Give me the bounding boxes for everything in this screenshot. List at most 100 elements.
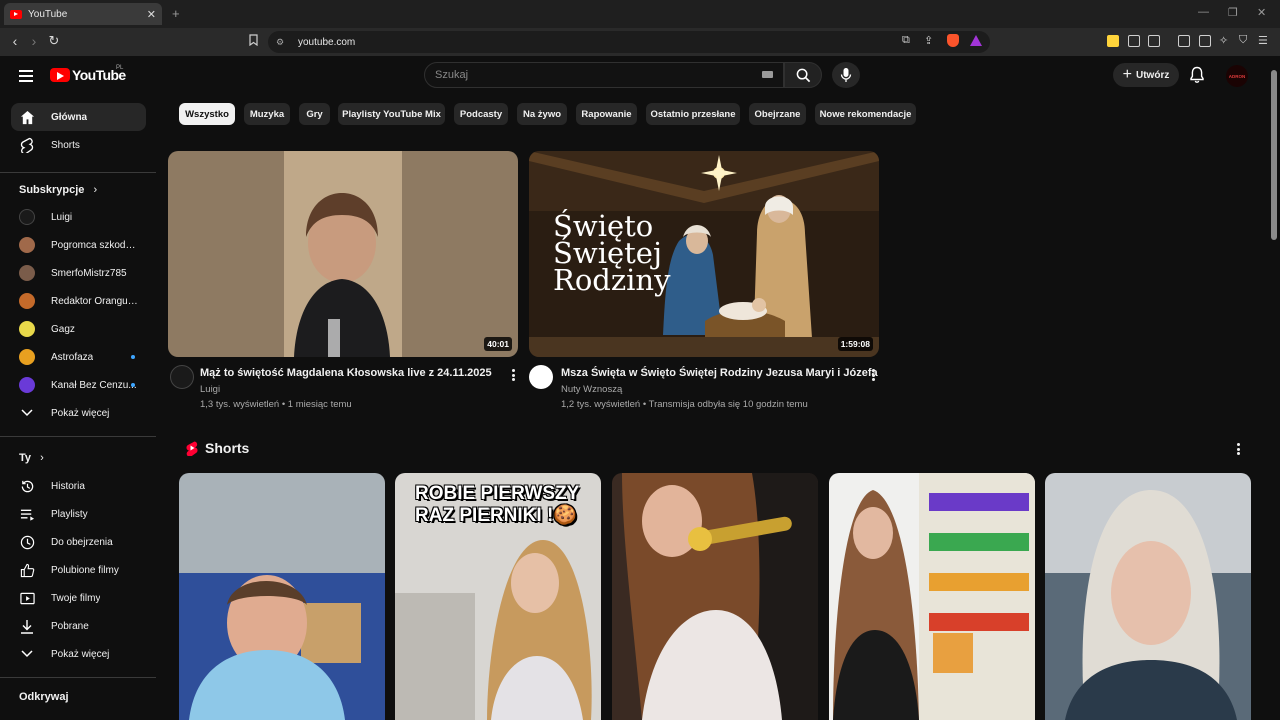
open-in-app-icon[interactable]: ⧉ (902, 34, 910, 47)
browser-tab-bar: YouTube ✕ + — ❐ ✕ (0, 0, 1280, 28)
minimize-icon[interactable]: — (1198, 6, 1209, 18)
explore-title: Odkrywaj (19, 691, 69, 703)
search-button[interactable] (784, 62, 822, 88)
sidebar-item-label: Playlisty (51, 508, 88, 520)
sidebar-item-liked-videos[interactable]: Polubione filmy (11, 556, 146, 584)
tab-title: YouTube (28, 8, 68, 20)
notifications-bell-icon[interactable] (1189, 66, 1205, 89)
subscriptions-heading[interactable]: Subskrypcje › (19, 184, 97, 196)
channel-avatar[interactable] (170, 365, 194, 389)
sidebar-channel-gagz[interactable]: Gagz (11, 315, 146, 343)
short-thumbnail[interactable] (829, 473, 1035, 720)
subscriptions-show-more[interactable]: Pokaż więcej (11, 399, 146, 427)
chip-all[interactable]: Wszystko (179, 103, 235, 125)
sidebar-item-home[interactable]: Główna (11, 103, 146, 131)
extensions-puzzle-icon[interactable] (1128, 35, 1140, 47)
brave-shields-icon[interactable] (947, 34, 959, 47)
sidebar-item-label: Luigi (51, 211, 73, 223)
search-input[interactable] (435, 69, 755, 81)
sidebar-divider (0, 172, 156, 173)
video-channel-name[interactable]: Nuty Wznoszą (561, 384, 622, 395)
sidebar-channel-luigi[interactable]: Luigi (11, 203, 146, 231)
guide-menu-icon[interactable] (19, 70, 33, 85)
sidebar-channel-pogromca[interactable]: Pogromca szkodni... (11, 231, 146, 259)
shorts-title: Shorts (205, 440, 250, 456)
chip-mixes[interactable]: Playlisty YouTube Mix (338, 103, 445, 125)
thumbs-up-icon (19, 562, 35, 578)
sidebar-item-watch-later[interactable]: Do obejrzenia (11, 528, 146, 556)
short-thumbnail[interactable]: ROBIE PIERWSZY RAZ PIERNIKI !🍪 (395, 473, 601, 720)
playlist-icon (19, 506, 35, 522)
short-thumbnail[interactable] (612, 473, 818, 720)
tab-close-icon[interactable]: ✕ (147, 8, 156, 21)
shorts-more-actions-icon[interactable] (1234, 441, 1242, 457)
vpn-shield-icon[interactable]: ⛉ (1239, 34, 1247, 47)
search-icon (796, 68, 811, 83)
voice-search-button[interactable] (832, 62, 860, 88)
sidebar-item-history[interactable]: Historia (11, 472, 146, 500)
share-icon[interactable]: ⇪ (924, 34, 933, 47)
shorts-icon (19, 137, 35, 153)
video-thumbnail[interactable]: 40:01 (168, 151, 518, 357)
sidebar-item-your-videos[interactable]: Twoje filmy (11, 584, 146, 612)
chip-watched[interactable]: Obejrzane (749, 103, 806, 125)
browser-tab[interactable]: YouTube ✕ (4, 3, 162, 25)
chip-games[interactable]: Gry (299, 103, 330, 125)
chip-new-to-you[interactable]: Nowe rekomendacje (815, 103, 916, 125)
menu-icon[interactable]: ☰ (1258, 34, 1268, 47)
wallet-icon[interactable] (1199, 35, 1211, 47)
keyboard-icon[interactable] (762, 71, 773, 78)
forward-icon[interactable]: › (25, 33, 43, 49)
short-thumbnail[interactable] (1045, 473, 1251, 720)
channel-avatar (19, 265, 35, 281)
page-scrollbar[interactable] (1268, 56, 1280, 720)
maximize-icon[interactable]: ❐ (1228, 6, 1238, 19)
scrollbar-thumb[interactable] (1271, 70, 1277, 240)
sidebar-item-shorts[interactable]: Shorts (11, 131, 146, 159)
explore-heading: Odkrywaj (19, 691, 69, 703)
extension-yellow-icon[interactable] (1107, 35, 1119, 47)
you-heading[interactable]: Ty › (19, 452, 44, 464)
avatar-text: ADRON (1228, 73, 1246, 79)
account-avatar[interactable]: ADRON (1226, 65, 1248, 87)
site-info-icon[interactable]: ⚙ (276, 37, 288, 48)
overlay-line: ROBIE PIERWSZY (415, 483, 580, 504)
chip-music[interactable]: Muzyka (244, 103, 290, 125)
sidebar-item-playlists[interactable]: Playlisty (11, 500, 146, 528)
video-more-actions-icon[interactable] (869, 367, 877, 383)
sidebar-channel-redaktor-orangutan[interactable]: Redaktor Orangutan (11, 287, 146, 315)
sidebar-channel-kanal-bez-cenzury[interactable]: Kanał Bez Cenzu... (11, 371, 146, 399)
video-channel-name[interactable]: Luigi (200, 384, 220, 395)
bookmark-icon[interactable] (248, 34, 259, 49)
video-more-actions-icon[interactable] (509, 367, 517, 383)
youtube-play-icon (50, 68, 70, 82)
window-close-icon[interactable]: ✕ (1257, 6, 1266, 19)
address-bar[interactable]: ⚙ youtube.com (268, 31, 990, 53)
reload-icon[interactable]: ↻ (45, 33, 63, 49)
sidebar-channel-astrofaza[interactable]: Astrofaza (11, 343, 146, 371)
thumbnail-text-line: Rodziny (553, 263, 671, 297)
sidebar-item-downloads[interactable]: Pobrane (11, 612, 146, 640)
you-show-more[interactable]: Pokaż więcej (11, 640, 146, 668)
create-button[interactable]: + Utwórz (1113, 63, 1179, 87)
video-title[interactable]: Msza Święta w Święto Świętej Rodziny Jez… (561, 367, 878, 379)
channel-avatar[interactable] (529, 365, 553, 389)
new-tab-icon[interactable]: + (172, 6, 180, 21)
youtube-logo[interactable]: YouTube PL (50, 65, 126, 83)
back-icon[interactable]: ‹ (6, 33, 24, 49)
overlay-line: RAZ PIERNIKI !🍪 (415, 505, 577, 526)
chip-rap[interactable]: Rapowanie (576, 103, 637, 125)
chip-recently-uploaded[interactable]: Ostatnio przesłane (646, 103, 740, 125)
sidebar-toggle-icon[interactable] (1178, 35, 1190, 47)
extension-box-icon[interactable] (1148, 35, 1160, 47)
brave-rewards-icon[interactable] (970, 35, 982, 46)
country-code: PL (116, 65, 124, 71)
chip-podcasts[interactable]: Podcasty (454, 103, 508, 125)
video-title[interactable]: Mąż to świętość Magdalena Kłosowska live… (200, 367, 492, 379)
url-text: youtube.com (298, 36, 356, 48)
video-thumbnail[interactable]: Święto Świętej Rodziny 1:59:08 (529, 151, 879, 357)
leo-ai-icon[interactable]: ✧ (1219, 34, 1228, 47)
short-thumbnail[interactable] (179, 473, 385, 720)
chip-live[interactable]: Na żywo (517, 103, 567, 125)
sidebar-channel-smerfomistrz[interactable]: SmerfoMistrz785 (11, 259, 146, 287)
